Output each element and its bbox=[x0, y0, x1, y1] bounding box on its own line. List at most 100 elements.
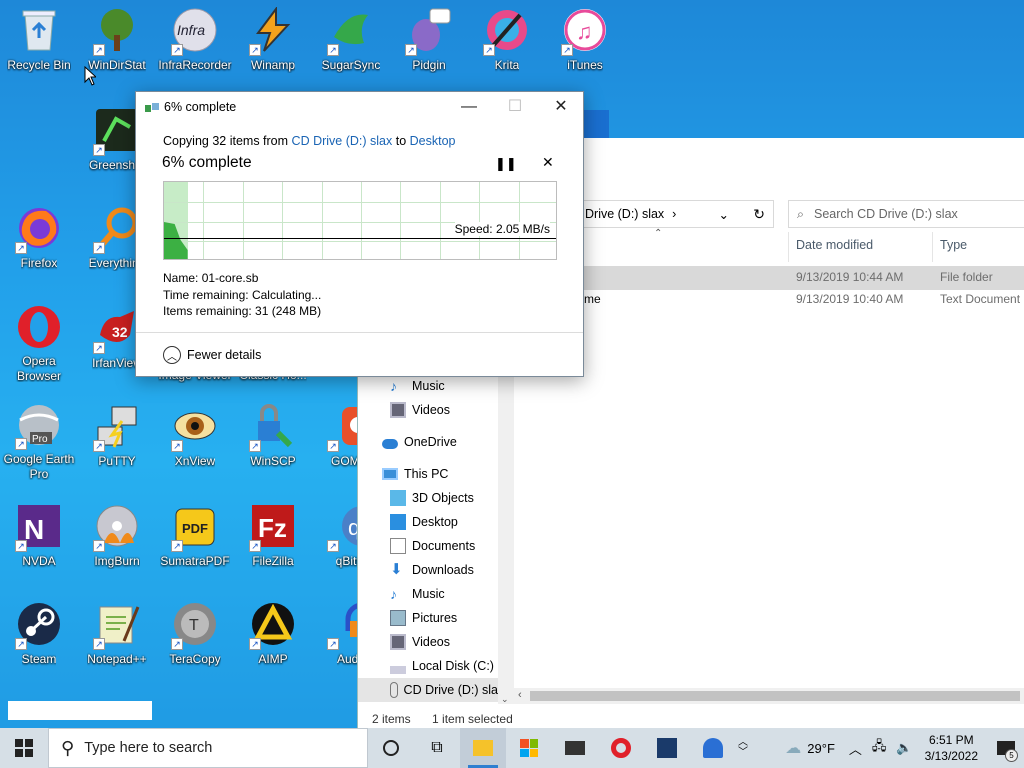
cancel-copy-icon[interactable]: ✕ bbox=[542, 154, 554, 171]
notification-center-button[interactable]: 5 bbox=[988, 728, 1024, 768]
file-row[interactable]: 9/13/2019 10:44 AM File folder bbox=[514, 266, 1024, 290]
volume-icon[interactable]: 🔈 bbox=[896, 740, 912, 756]
file-type: Text Document bbox=[940, 292, 1021, 306]
column-header-date[interactable]: Date modified bbox=[796, 238, 873, 252]
desktop-icon-label: WinDirStat bbox=[88, 58, 146, 72]
refresh-icon[interactable]: ↻ bbox=[753, 206, 765, 223]
desktop-icon-label: XnView bbox=[174, 454, 216, 468]
column-divider[interactable] bbox=[788, 232, 789, 262]
desktop-icon-label: Steam bbox=[21, 652, 57, 666]
pause-icon[interactable]: ❚❚ bbox=[495, 156, 517, 172]
desktop-icon-sumatrapdf[interactable]: PDF ↗ SumatraPDF bbox=[156, 496, 234, 580]
svg-text:Infra: Infra bbox=[177, 22, 205, 38]
taskbar-app[interactable] bbox=[690, 728, 736, 768]
start-button[interactable] bbox=[0, 728, 48, 768]
nav-item-documents[interactable]: Documents bbox=[390, 534, 475, 558]
desktop-icon-sugarsync[interactable]: ↗ SugarSync bbox=[312, 0, 390, 84]
navigation-pane[interactable]: ♪ Music Videos OneDrive This PC 3D Object… bbox=[358, 374, 498, 704]
videos-icon bbox=[390, 402, 406, 418]
desktop-icon-opera[interactable]: Opera Browser bbox=[0, 298, 78, 382]
search-box[interactable]: ⌕ Search CD Drive (D:) slax bbox=[788, 200, 1024, 228]
destination-link[interactable]: Desktop bbox=[410, 134, 456, 148]
desktop-icon-xnview[interactable]: ↗ XnView bbox=[156, 396, 234, 480]
scroll-left-icon[interactable]: ‹ bbox=[518, 689, 522, 701]
desktop-icon-label: SugarSync bbox=[321, 58, 381, 72]
taskbar-search[interactable]: ⚲ Type here to search bbox=[48, 728, 368, 768]
nav-item-local-disk[interactable]: Local Disk (C:) bbox=[390, 654, 494, 678]
winamp-icon: ↗ bbox=[249, 6, 297, 56]
sumatrapdf-icon: PDF ↗ bbox=[171, 502, 219, 552]
desktop-icon-winamp[interactable]: ↗ Winamp bbox=[234, 0, 312, 84]
info-items-value: 31 (248 MB) bbox=[255, 304, 322, 318]
imgburn-icon: ↗ bbox=[93, 502, 141, 552]
taskbar-mail[interactable] bbox=[552, 728, 598, 768]
nav-item-onedrive[interactable]: OneDrive bbox=[382, 430, 457, 454]
network-icon[interactable]: 🖧 bbox=[872, 737, 887, 759]
cortana-button[interactable] bbox=[368, 728, 414, 768]
nav-item-music[interactable]: ♪ Music bbox=[390, 582, 445, 606]
desktop-icon-putty[interactable]: ↗ PuTTY bbox=[78, 396, 156, 480]
taskbar-store[interactable] bbox=[506, 728, 552, 768]
file-row[interactable]: me 9/13/2019 10:40 AM Text Document bbox=[514, 288, 1024, 312]
desktop-icon-aimp[interactable]: ↗ AIMP bbox=[234, 594, 312, 678]
mouse-cursor bbox=[84, 65, 98, 89]
minimize-button[interactable]: — bbox=[454, 96, 484, 118]
desktop-icon-label: Firefox bbox=[20, 256, 58, 270]
infrarecorder-icon: Infra ↗ bbox=[171, 6, 219, 56]
desktop-icon-label: SumatraPDF bbox=[160, 554, 230, 568]
app-icon bbox=[703, 738, 723, 758]
source-link[interactable]: CD Drive (D:) slax bbox=[292, 134, 393, 148]
nav-item-music[interactable]: ♪ Music bbox=[390, 374, 445, 398]
scroll-thumb[interactable] bbox=[530, 691, 1020, 701]
dropbox-icon bbox=[580, 110, 609, 138]
desktop-icon-label: NVDA bbox=[22, 554, 56, 568]
chevron-down-icon[interactable]: ⌄ bbox=[719, 207, 729, 222]
desktop-icon-pidgin[interactable]: ↗ Pidgin bbox=[390, 0, 468, 84]
copy-progress-dialog[interactable]: 6% complete — ☐ ✕ Copying 32 items from … bbox=[135, 91, 584, 377]
address-crumb[interactable]: Drive (D:) slax bbox=[585, 207, 664, 221]
nav-item-3d-objects[interactable]: 3D Objects bbox=[390, 486, 474, 510]
desktop-icon-nvda[interactable]: N ↗ NVDA bbox=[0, 496, 78, 580]
nav-item-videos[interactable]: Videos bbox=[390, 398, 450, 422]
nav-item-this-pc[interactable]: This PC bbox=[382, 462, 448, 486]
desktop-icon-notepadpp[interactable]: ↗ Notepad++ bbox=[78, 594, 156, 678]
taskbar-file-explorer[interactable] bbox=[460, 728, 506, 768]
desktop-icon-infrarecorder[interactable]: Infra ↗ InfraRecorder bbox=[156, 0, 234, 84]
chevron-up-icon[interactable]: ︿ bbox=[849, 739, 862, 758]
horizontal-scrollbar[interactable]: ‹ bbox=[514, 688, 1024, 704]
nav-item-pictures[interactable]: Pictures bbox=[390, 606, 457, 630]
firefox-icon: ↗ bbox=[15, 204, 63, 254]
temperature[interactable]: 29°F bbox=[807, 741, 835, 756]
desktop-icon-google-earth[interactable]: Pro ↗ Google Earth Pro bbox=[0, 396, 78, 480]
svg-text:Pro: Pro bbox=[32, 434, 48, 445]
maximize-button: ☐ bbox=[507, 98, 523, 115]
desktop-icon-winscp[interactable]: ↗ WinSCP bbox=[234, 396, 312, 480]
column-header-type[interactable]: Type bbox=[940, 238, 967, 252]
weather-icon[interactable]: ☁ bbox=[785, 738, 801, 758]
desktop-icon-firefox[interactable]: ↗ Firefox bbox=[0, 198, 78, 282]
close-button[interactable]: ✕ bbox=[546, 96, 576, 118]
fewer-details-button[interactable]: ︿ Fewer details bbox=[163, 346, 261, 364]
desktop-icon-itunes[interactable]: ♫ ↗ iTunes bbox=[546, 0, 624, 84]
nav-item-downloads[interactable]: ⬇ Downloads bbox=[390, 558, 474, 582]
desktop-icon-imgburn[interactable]: ↗ ImgBurn bbox=[78, 496, 156, 580]
task-view-button[interactable]: ⧉ bbox=[414, 728, 460, 768]
opera-icon bbox=[611, 738, 631, 758]
taskbar-solitaire[interactable] bbox=[644, 728, 690, 768]
address-bar[interactable]: Drive (D:) slax › ⌄ ↻ bbox=[574, 200, 774, 228]
column-divider[interactable] bbox=[932, 232, 933, 262]
desktop-icon-recycle-bin[interactable]: Recycle Bin bbox=[0, 0, 78, 84]
nav-item-cd-drive[interactable]: CD Drive (D:) sla bbox=[358, 678, 498, 702]
nav-item-desktop[interactable]: Desktop bbox=[390, 510, 458, 534]
taskbar-scroll-arrows-icon[interactable]: ︿ ﹀ bbox=[736, 738, 750, 758]
teracopy-icon: T ↗ bbox=[171, 600, 219, 650]
nav-item-videos[interactable]: Videos bbox=[390, 630, 450, 654]
taskbar-opera[interactable] bbox=[598, 728, 644, 768]
divider bbox=[136, 332, 583, 333]
desktop-icon-teracopy[interactable]: T ↗ TeraCopy bbox=[156, 594, 234, 678]
clock[interactable]: 6:51 PM 3/13/2022 bbox=[925, 732, 978, 764]
desktop-icon-krita[interactable]: ↗ Krita bbox=[468, 0, 546, 84]
desktop-icon-filezilla[interactable]: Fz ↗ FileZilla bbox=[234, 496, 312, 580]
desktop-icon-steam[interactable]: ↗ Steam bbox=[0, 594, 78, 678]
scroll-down-icon[interactable]: ⌄ bbox=[501, 694, 509, 705]
